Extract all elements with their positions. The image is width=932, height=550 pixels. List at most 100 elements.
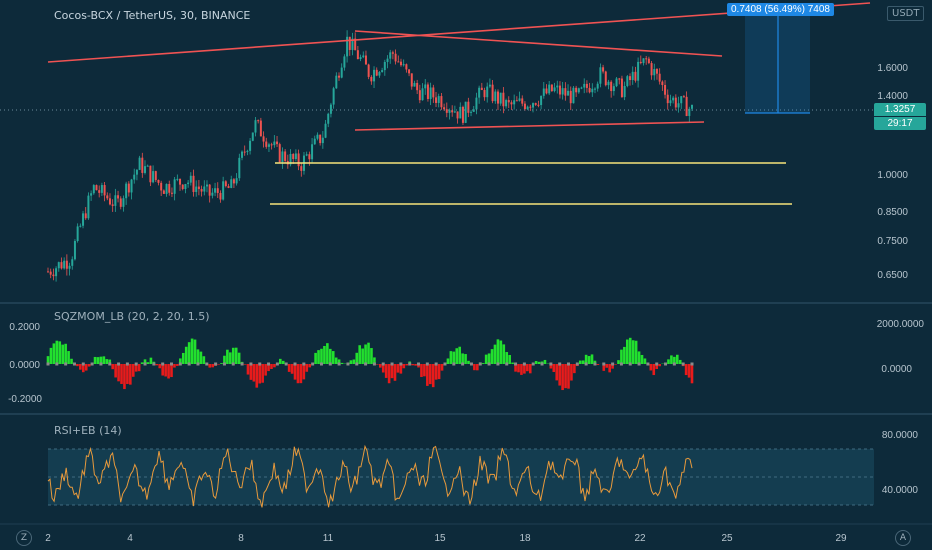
squeeze-bar <box>590 354 594 364</box>
candle-body <box>162 190 165 194</box>
candle-body <box>440 96 443 108</box>
time-label-8: 8 <box>238 533 244 544</box>
candle-body <box>682 96 685 98</box>
candle-body <box>119 198 122 207</box>
squeeze-bar <box>93 356 97 364</box>
squeeze-bar <box>364 344 367 364</box>
squeeze-bar <box>308 364 312 368</box>
symbol-title[interactable]: Cocos-BCX / TetherUS, 30, BINANCE <box>54 9 250 22</box>
candle-body <box>254 120 257 133</box>
candle-body <box>370 76 373 82</box>
squeeze-bar <box>643 358 647 364</box>
candle-body <box>219 192 222 200</box>
candle-body <box>591 88 594 93</box>
candle-body <box>550 84 553 92</box>
candle-body <box>359 57 362 60</box>
candle-body <box>607 81 610 86</box>
candle-body <box>52 274 55 277</box>
squeeze-bar <box>58 341 62 364</box>
squeeze-bar <box>249 364 253 380</box>
candle-body <box>100 185 103 193</box>
currency-button[interactable]: USDT <box>887 6 925 21</box>
candle-body <box>523 103 526 110</box>
squeeze-dot <box>337 362 341 366</box>
squeeze-bar <box>187 342 191 364</box>
squeeze-bar <box>623 346 626 364</box>
candle-body <box>90 193 93 196</box>
squeeze-bar <box>387 364 391 384</box>
candle-body <box>445 109 448 113</box>
candle-body <box>647 58 650 64</box>
candle-body <box>246 150 249 152</box>
candle-body <box>672 97 675 101</box>
squeeze-bar <box>55 340 59 364</box>
candle-body <box>319 134 322 144</box>
squeeze-bar <box>431 364 435 388</box>
squeeze-bar <box>229 352 232 364</box>
candle-body <box>637 61 640 81</box>
candle-body <box>55 268 58 277</box>
candle-body <box>575 87 578 93</box>
trading-chart[interactable]: 1.6000 1.4000 1.0000 0.8500 0.7500 0.650… <box>0 0 932 550</box>
squeeze-bar <box>331 351 335 364</box>
candle-body <box>68 265 71 269</box>
squeeze-bar <box>667 359 670 364</box>
candle-body <box>475 97 478 110</box>
squeeze-bar <box>658 364 661 367</box>
squeeze-bar <box>376 364 379 365</box>
candle-body <box>106 195 109 199</box>
candle-body <box>292 154 295 159</box>
squeeze-bar <box>678 359 682 364</box>
candle-body <box>432 87 435 98</box>
candle-body <box>674 97 677 108</box>
candle-body <box>316 134 319 139</box>
squeeze-bar <box>220 363 223 364</box>
squeeze-dot <box>205 362 209 366</box>
candle-body <box>620 78 623 98</box>
squeeze-bar <box>261 364 264 383</box>
squeeze-dot <box>99 362 103 366</box>
squeeze-bar <box>628 337 632 364</box>
squeeze-bar <box>181 352 185 364</box>
candle-body <box>141 157 144 173</box>
squeeze-bar <box>517 364 520 373</box>
candle-body <box>399 61 402 66</box>
squeeze-dot <box>187 362 191 366</box>
rsi-pane-title[interactable]: RSI+EB (14) <box>54 424 122 437</box>
squeeze-bar <box>190 338 194 364</box>
squeeze-bar <box>114 364 117 378</box>
squeeze-dot <box>258 362 262 366</box>
squeeze-dot <box>302 362 306 366</box>
squeeze-bar <box>96 357 100 364</box>
candle-body <box>117 195 120 199</box>
squeeze-dot <box>584 362 588 366</box>
candle-body <box>685 96 688 116</box>
candle-body <box>472 109 475 112</box>
candle-body <box>521 98 524 104</box>
candle-body <box>639 61 642 64</box>
squeeze-dot <box>364 362 368 366</box>
squeeze-dot <box>196 362 200 366</box>
squeeze-dot <box>619 362 623 366</box>
squeeze-dot <box>461 362 465 366</box>
candle-body <box>160 182 163 191</box>
squeeze-bar <box>164 364 167 377</box>
candle-body <box>195 186 198 192</box>
squeeze-dot <box>293 362 297 366</box>
log-scale-toggle-left[interactable]: Z <box>16 530 32 546</box>
squeeze-bar <box>652 364 656 376</box>
squeeze-bar <box>446 358 450 364</box>
squeeze-dot <box>602 362 606 366</box>
candle-body <box>623 86 626 98</box>
squeeze-bar <box>290 364 294 374</box>
time-label-18: 18 <box>519 533 531 544</box>
squeeze-pane-title[interactable]: SQZMOM_LB (20, 2, 20, 1.5) <box>54 310 210 323</box>
time-label-22: 22 <box>634 533 646 544</box>
sqz-axis-right-2000: 2000.0000 <box>877 319 925 330</box>
squeeze-bar <box>649 364 653 371</box>
squeeze-bar <box>567 364 570 389</box>
candle-body <box>507 100 510 103</box>
candle-body <box>505 100 508 107</box>
price-axis-label-0.65: 0.6500 <box>877 270 908 281</box>
auto-scale-toggle[interactable]: A <box>895 530 911 546</box>
